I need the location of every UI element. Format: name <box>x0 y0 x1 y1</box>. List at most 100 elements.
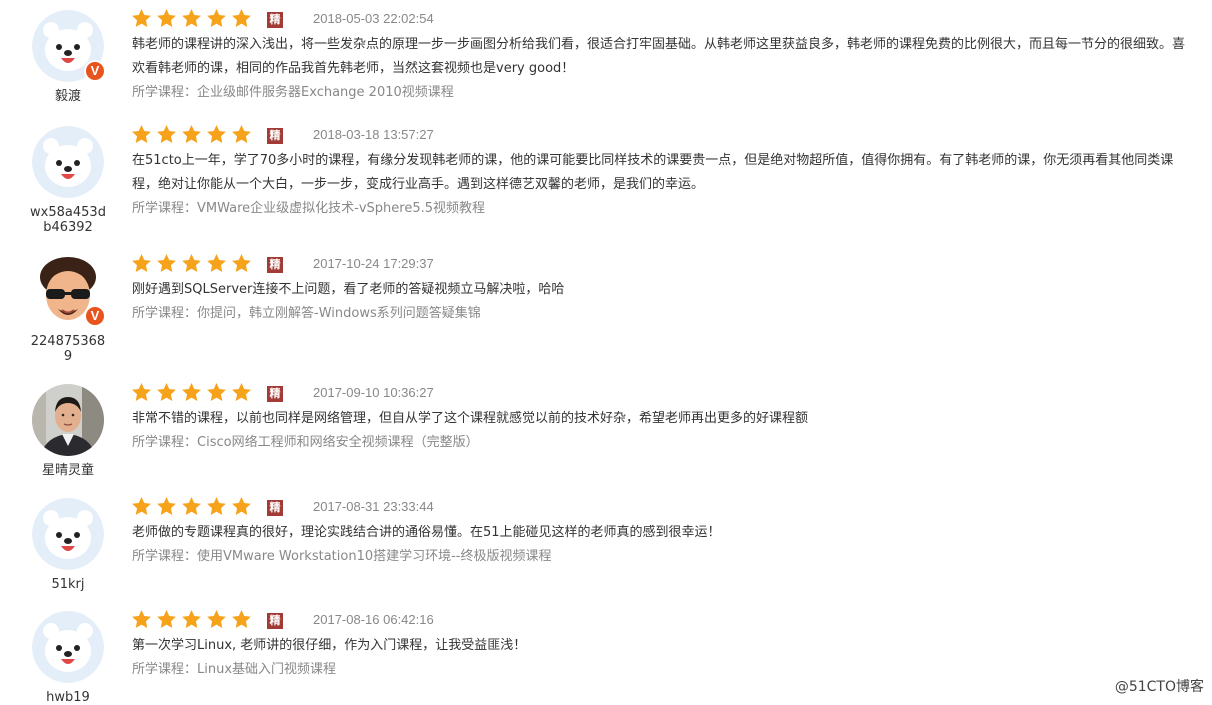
avatar[interactable] <box>32 611 104 683</box>
vip-badge-icon: V <box>84 60 106 82</box>
featured-badge: 精 <box>267 386 283 402</box>
star-icon <box>157 9 176 27</box>
star-icon <box>207 9 226 27</box>
review-text: 非常不错的课程，以前也同样是网络管理，但自从学了这个课程就感觉以前的技术好杂，希… <box>132 411 809 426</box>
avatar[interactable] <box>32 498 104 570</box>
avatar[interactable]: V <box>32 255 106 327</box>
review-meta: 精 2017-09-10 10:36:27 <box>132 383 1192 407</box>
star-icon <box>132 254 151 272</box>
star-icon <box>207 497 226 515</box>
bear-avatar-icon <box>32 498 104 570</box>
star-icon <box>132 9 151 27</box>
star-icon <box>207 383 226 401</box>
review-meta: 精 2018-03-18 13:57:27 <box>132 125 1192 149</box>
review-content: 精 2017-08-31 23:33:44 老师做的专题课程真的很好，理论实践结… <box>132 497 1192 569</box>
star-icon <box>232 9 251 27</box>
course-link[interactable]: 企业级邮件服务器Exchange 2010视频课程 <box>197 85 454 100</box>
course-line: 所学课程：Linux基础入门视频课程 <box>132 658 1192 682</box>
username[interactable]: 51krj <box>28 577 108 592</box>
course-line: 所学课程：使用VMware Workstation10搭建学习环境--终极版视频… <box>132 545 1192 569</box>
featured-badge: 精 <box>267 257 283 273</box>
review-user: V 毅渡 <box>28 10 108 104</box>
review-content: 精 2017-10-24 17:29:37 刚好遇到SQLServer连接不上问… <box>132 254 1192 326</box>
course-label: 所学课程： <box>132 549 198 564</box>
course-label: 所学课程： <box>132 662 198 677</box>
star-icon <box>132 497 151 515</box>
star-icon <box>232 497 251 515</box>
review-text: 第一次学习Linux, 老师讲的很仔细，作为入门课程，让我受益匪浅！ <box>132 638 527 653</box>
star-icon <box>157 254 176 272</box>
avatar[interactable] <box>32 384 104 456</box>
course-line: 所学课程：VMWare企业级虚拟化技术-vSphere5.5视频教程 <box>132 197 1192 221</box>
avatar[interactable]: V <box>32 10 106 82</box>
star-icon <box>232 125 251 143</box>
review-date: 2018-05-03 22:02:54 <box>313 11 434 26</box>
course-line: 所学课程：Cisco网络工程师和网络安全视频课程（完整版） <box>132 431 1192 455</box>
featured-badge: 精 <box>267 500 283 516</box>
username[interactable]: hwb19 <box>28 690 108 705</box>
rating-stars <box>132 383 257 403</box>
star-icon <box>132 125 151 143</box>
username[interactable]: 星晴灵童 <box>28 463 108 478</box>
review-text: 老师做的专题课程真的很好，理论实践结合讲的通俗易懂。在51上能碰见这样的老师真的… <box>132 525 721 540</box>
review-content: 精 2017-08-16 06:42:16 第一次学习Linux, 老师讲的很仔… <box>132 610 1192 682</box>
star-icon <box>132 383 151 401</box>
star-icon <box>157 497 176 515</box>
watermark: @51CTO博客 <box>1114 679 1204 695</box>
username[interactable]: wx58a453db46392 <box>28 205 108 235</box>
course-link[interactable]: Linux基础入门视频课程 <box>197 662 336 677</box>
star-icon <box>157 383 176 401</box>
star-icon <box>182 383 201 401</box>
review-date: 2017-08-16 06:42:16 <box>313 612 434 627</box>
star-icon <box>157 125 176 143</box>
review-date: 2017-08-31 23:33:44 <box>313 499 434 514</box>
star-icon <box>232 610 251 628</box>
star-icon <box>232 383 251 401</box>
star-icon <box>207 125 226 143</box>
review-user: hwb19 <box>28 611 108 705</box>
review-meta: 精 2018-05-03 22:02:54 <box>132 9 1192 33</box>
vip-badge-icon: V <box>84 305 106 327</box>
star-icon <box>182 497 201 515</box>
star-icon <box>207 254 226 272</box>
course-link[interactable]: Cisco网络工程师和网络安全视频课程（完整版） <box>197 435 479 450</box>
star-icon <box>182 254 201 272</box>
rating-stars <box>132 254 257 274</box>
course-line: 所学课程：你提问，韩立刚解答-Windows系列问题答疑集锦 <box>132 302 1192 326</box>
review-user: 51krj <box>28 498 108 592</box>
review-text: 刚好遇到SQLServer连接不上问题，看了老师的答疑视频立马解决啦，哈哈 <box>132 282 565 297</box>
course-label: 所学课程： <box>132 435 198 450</box>
rating-stars <box>132 497 257 517</box>
username[interactable]: 2248753689 <box>28 334 108 364</box>
star-icon <box>232 254 251 272</box>
star-icon <box>182 610 201 628</box>
course-link[interactable]: 使用VMware Workstation10搭建学习环境--终极版视频课程 <box>197 549 551 564</box>
star-icon <box>182 9 201 27</box>
star-icon <box>182 125 201 143</box>
featured-badge: 精 <box>267 613 283 629</box>
course-link[interactable]: 你提问，韩立刚解答-Windows系列问题答疑集锦 <box>197 306 481 321</box>
review-meta: 精 2017-08-31 23:33:44 <box>132 497 1192 521</box>
course-label: 所学课程： <box>132 306 198 321</box>
course-line: 所学课程：企业级邮件服务器Exchange 2010视频课程 <box>132 81 1192 105</box>
review-date: 2018-03-18 13:57:27 <box>313 127 434 142</box>
course-link[interactable]: VMWare企业级虚拟化技术-vSphere5.5视频教程 <box>197 201 485 216</box>
review-meta: 精 2017-10-24 17:29:37 <box>132 254 1192 278</box>
featured-badge: 精 <box>267 128 283 144</box>
avatar[interactable] <box>32 126 104 198</box>
star-icon <box>132 610 151 628</box>
star-icon <box>207 610 226 628</box>
rating-stars <box>132 125 257 145</box>
bear-avatar-icon <box>32 126 104 198</box>
review-content: 精 2018-05-03 22:02:54 韩老师的课程讲的深入浅出，将一些发杂… <box>132 9 1192 105</box>
review-user: V 2248753689 <box>28 255 108 364</box>
review-meta: 精 2017-08-16 06:42:16 <box>132 610 1192 634</box>
review-user: 星晴灵童 <box>28 384 108 478</box>
bear-avatar-icon <box>32 611 104 683</box>
review-text: 韩老师的课程讲的深入浅出，将一些发杂点的原理一步一步画图分析给我们看，很适合打牢… <box>132 37 1186 76</box>
username[interactable]: 毅渡 <box>28 89 108 104</box>
review-date: 2017-09-10 10:36:27 <box>313 385 434 400</box>
course-label: 所学课程： <box>132 85 198 100</box>
review-date: 2017-10-24 17:29:37 <box>313 256 434 271</box>
featured-badge: 精 <box>267 12 283 28</box>
